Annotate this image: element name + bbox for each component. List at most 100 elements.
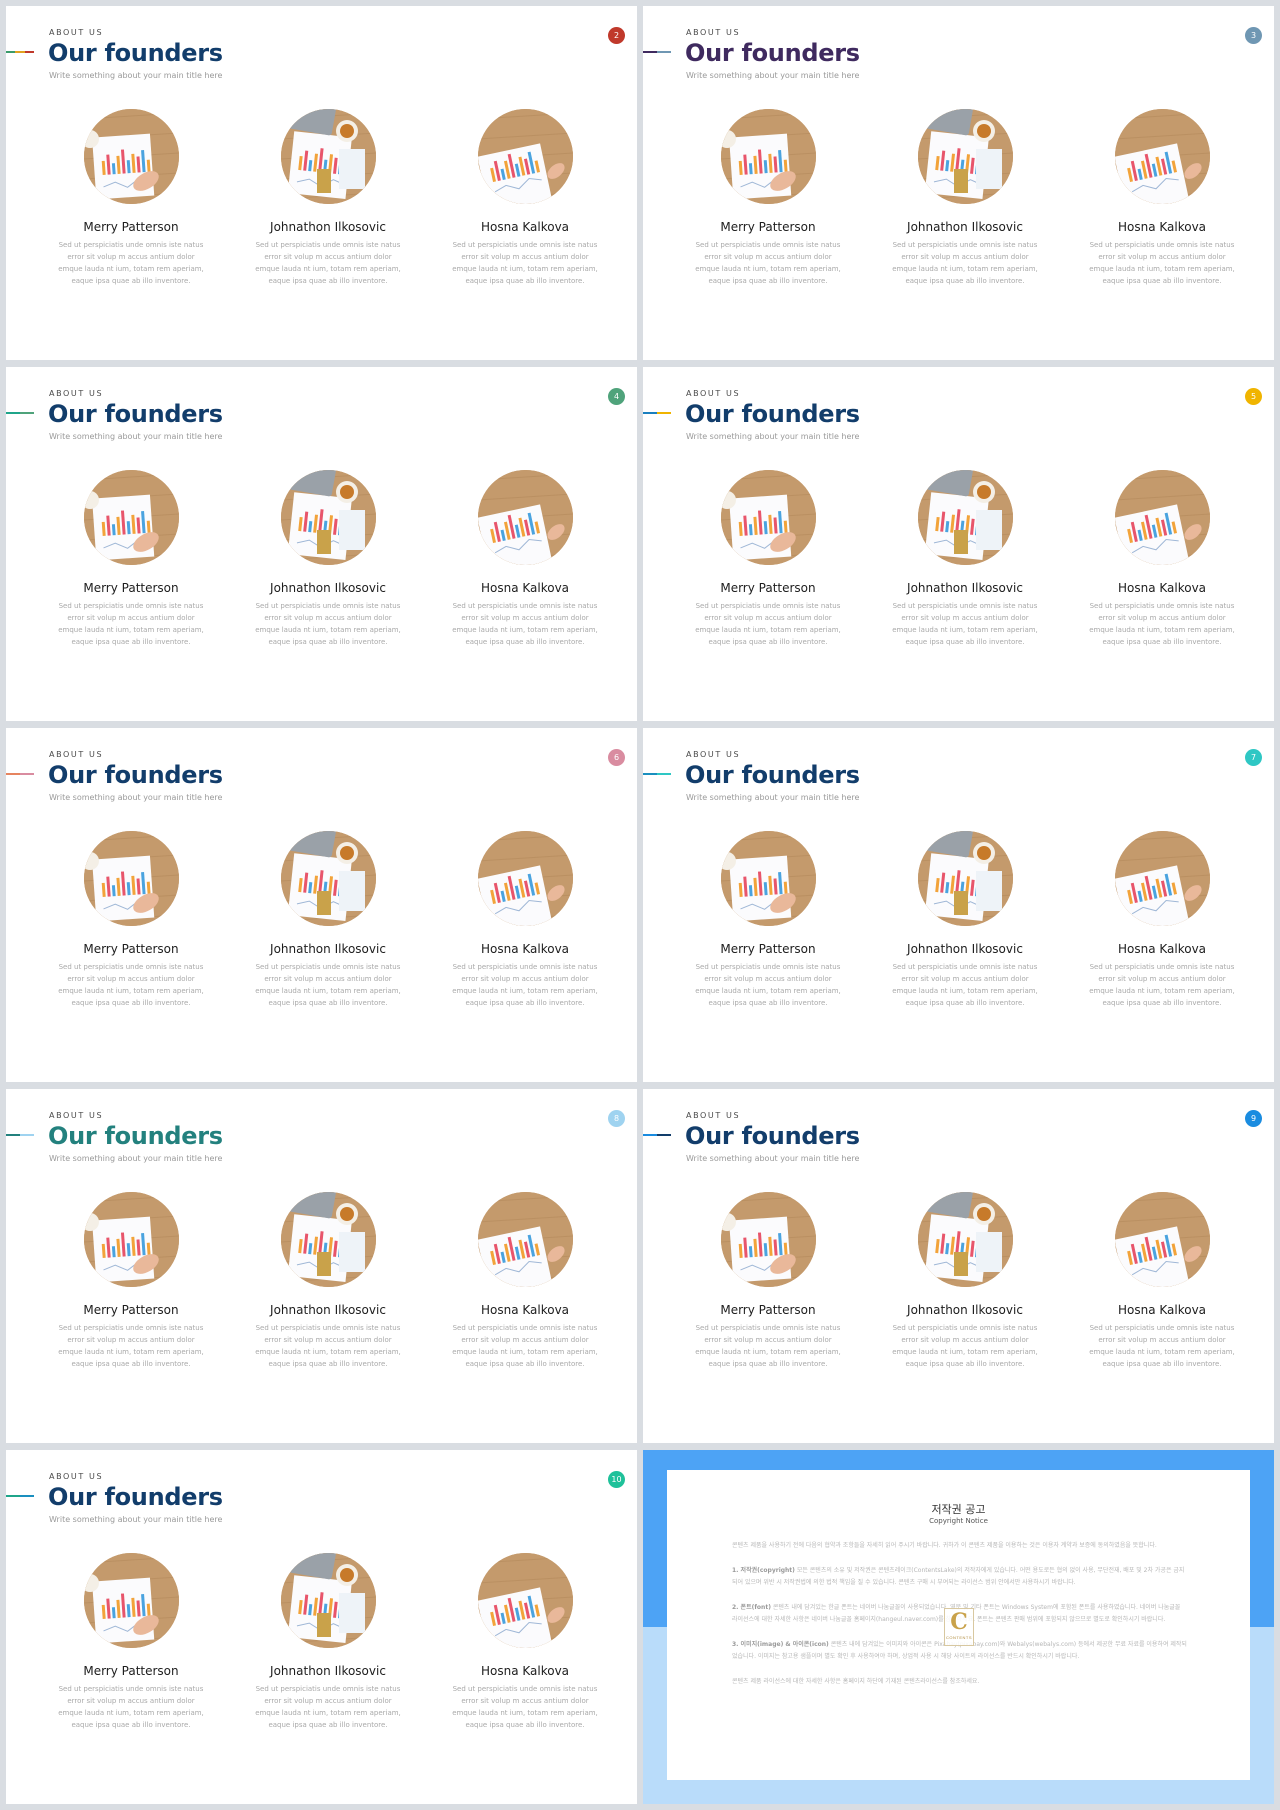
page-number-badge: 4 xyxy=(608,388,625,405)
founder-card: Johnathon Ilkosovic Sed ut perspiciatis … xyxy=(885,109,1045,287)
accent-line xyxy=(643,1134,671,1136)
founder-description: Sed ut perspiciatis unde omnis iste natu… xyxy=(1089,1324,1235,1368)
founder-photo xyxy=(477,470,573,565)
founder-card: Merry Patterson Sed ut perspiciatis unde… xyxy=(51,1192,211,1370)
slide-subtitle: Write something about your main title he… xyxy=(686,432,860,441)
founder-description: Sed ut perspiciatis unde omnis iste natu… xyxy=(452,1685,598,1729)
founder-photo xyxy=(477,1553,573,1648)
accent-segment xyxy=(20,1134,34,1136)
founder-name: Merry Patterson xyxy=(720,220,816,234)
founder-name: Merry Patterson xyxy=(720,581,816,595)
accent-line xyxy=(643,412,671,414)
slide-eyebrow: ABOUT US xyxy=(686,28,741,37)
page-number-badge: 3 xyxy=(1245,27,1262,44)
founders-slide[interactable]: ABOUT US Our founders Write something ab… xyxy=(643,1089,1274,1443)
founder-photo xyxy=(477,1192,573,1287)
accent-line xyxy=(6,412,34,414)
founder-card: Merry Patterson Sed ut perspiciatis unde… xyxy=(688,109,848,287)
founder-card: Hosna Kalkova Sed ut perspiciatis unde o… xyxy=(445,831,605,1009)
copyright-subtitle: Copyright Notice xyxy=(929,1517,988,1525)
founder-card: Merry Patterson Sed ut perspiciatis unde… xyxy=(688,470,848,648)
accent-segment xyxy=(20,1495,34,1497)
copyright-title: 저작권 공고 xyxy=(931,1503,986,1516)
slide-subtitle: Write something about your main title he… xyxy=(49,1515,223,1524)
founders-slide[interactable]: ABOUT US Our founders Write something ab… xyxy=(6,728,637,1082)
founder-description: Sed ut perspiciatis unde omnis iste natu… xyxy=(892,963,1038,1007)
slide-eyebrow: ABOUT US xyxy=(686,1111,741,1120)
founder-description: Sed ut perspiciatis unde omnis iste natu… xyxy=(255,1685,401,1729)
copyright-intro: 콘텐츠 제품을 사용하기 전에 다음의 협약과 조항들을 자세히 읽어 주시기 … xyxy=(732,1542,1157,1549)
copyright-section: 1. 저작권(copyright) 모든 콘텐츠의 소유 및 저작권은 콘텐츠레… xyxy=(732,1565,1187,1589)
founder-name: Hosna Kalkova xyxy=(480,1303,570,1317)
founder-photo xyxy=(720,109,816,204)
founder-description: Sed ut perspiciatis unde omnis iste natu… xyxy=(255,241,401,285)
founder-photo xyxy=(83,470,179,565)
founder-name: Merry Patterson xyxy=(83,1664,179,1678)
founders-slide[interactable]: ABOUT US Our founders Write something ab… xyxy=(6,6,637,360)
founder-card: Hosna Kalkova Sed ut perspiciatis unde o… xyxy=(1082,831,1242,1009)
founder-description: Sed ut perspiciatis unde omnis iste natu… xyxy=(58,602,204,646)
founder-name: Merry Patterson xyxy=(83,220,179,234)
accent-segment xyxy=(657,1134,671,1136)
slide-eyebrow: ABOUT US xyxy=(686,750,741,759)
founder-description: Sed ut perspiciatis unde omnis iste natu… xyxy=(452,241,598,285)
founder-card: Johnathon Ilkosovic Sed ut perspiciatis … xyxy=(248,831,408,1009)
accent-line xyxy=(6,51,34,53)
founders-slide[interactable]: ABOUT US Our founders Write something ab… xyxy=(6,1450,637,1804)
founders-slide[interactable]: ABOUT US Our founders Write something ab… xyxy=(643,728,1274,1082)
slide-subtitle: Write something about your main title he… xyxy=(49,432,223,441)
founders-list: Merry Patterson Sed ut perspiciatis unde… xyxy=(675,109,1265,329)
slide-subtitle: Write something about your main title he… xyxy=(49,71,223,80)
founder-description: Sed ut perspiciatis unde omnis iste natu… xyxy=(1089,602,1235,646)
founder-name: Johnathon Ilkosovic xyxy=(907,581,1023,595)
founder-name: Johnathon Ilkosovic xyxy=(270,1664,386,1678)
founder-name: Hosna Kalkova xyxy=(1117,581,1207,595)
founder-name: Merry Patterson xyxy=(83,581,179,595)
founders-slide[interactable]: ABOUT US Our founders Write something ab… xyxy=(643,6,1274,360)
founder-name: Johnathon Ilkosovic xyxy=(270,1303,386,1317)
founder-description: Sed ut perspiciatis unde omnis iste natu… xyxy=(695,602,841,646)
founder-photo xyxy=(917,109,1013,204)
founder-photo xyxy=(83,1553,179,1648)
founder-name: Johnathon Ilkosovic xyxy=(907,1303,1023,1317)
founder-name: Hosna Kalkova xyxy=(480,581,570,595)
page-number-badge: 2 xyxy=(608,27,625,44)
accent-segment xyxy=(20,412,34,414)
accent-segment xyxy=(20,773,34,775)
founders-slide[interactable]: ABOUT US Our founders Write something ab… xyxy=(6,1089,637,1443)
founder-photo xyxy=(280,831,376,926)
slide-subtitle: Write something about your main title he… xyxy=(49,793,223,802)
slide-subtitle: Write something about your main title he… xyxy=(49,1154,223,1163)
founder-card: Merry Patterson Sed ut perspiciatis unde… xyxy=(688,831,848,1009)
founder-photo xyxy=(720,1192,816,1287)
founders-slide[interactable]: ABOUT US Our founders Write something ab… xyxy=(6,367,637,721)
copyright-section-label: 1. 저작권(copyright) xyxy=(732,1567,795,1574)
accent-line xyxy=(6,773,34,775)
founder-name: Hosna Kalkova xyxy=(1117,942,1207,956)
founders-slide[interactable]: ABOUT US Our founders Write something ab… xyxy=(643,367,1274,721)
founders-list: Merry Patterson Sed ut perspiciatis unde… xyxy=(675,831,1265,1051)
founder-photo xyxy=(83,1192,179,1287)
accent-segment xyxy=(6,773,20,775)
founder-description: Sed ut perspiciatis unde omnis iste natu… xyxy=(452,1324,598,1368)
copyright-slide[interactable]: 저작권 공고 Copyright Notice 콘텐츠 제품을 사용하기 전에 … xyxy=(643,1450,1274,1804)
accent-segment xyxy=(6,1495,20,1497)
founder-card: Johnathon Ilkosovic Sed ut perspiciatis … xyxy=(885,470,1045,648)
founder-name: Johnathon Ilkosovic xyxy=(270,581,386,595)
founder-card: Johnathon Ilkosovic Sed ut perspiciatis … xyxy=(248,470,408,648)
accent-segment xyxy=(657,773,671,775)
founder-photo xyxy=(720,831,816,926)
founder-card: Johnathon Ilkosovic Sed ut perspiciatis … xyxy=(885,831,1045,1009)
founder-description: Sed ut perspiciatis unde omnis iste natu… xyxy=(255,963,401,1007)
accent-segment xyxy=(6,51,16,53)
founder-name: Johnathon Ilkosovic xyxy=(270,220,386,234)
founder-name: Merry Patterson xyxy=(83,1303,179,1317)
founder-description: Sed ut perspiciatis unde omnis iste natu… xyxy=(1089,241,1235,285)
founder-name: Hosna Kalkova xyxy=(1117,1303,1207,1317)
slide-title: Our founders xyxy=(685,761,860,789)
slide-title: Our founders xyxy=(685,1122,860,1150)
page-number-badge: 10 xyxy=(608,1471,625,1488)
founder-photo xyxy=(1114,470,1210,565)
accent-segment xyxy=(643,773,657,775)
founders-list: Merry Patterson Sed ut perspiciatis unde… xyxy=(38,109,628,329)
